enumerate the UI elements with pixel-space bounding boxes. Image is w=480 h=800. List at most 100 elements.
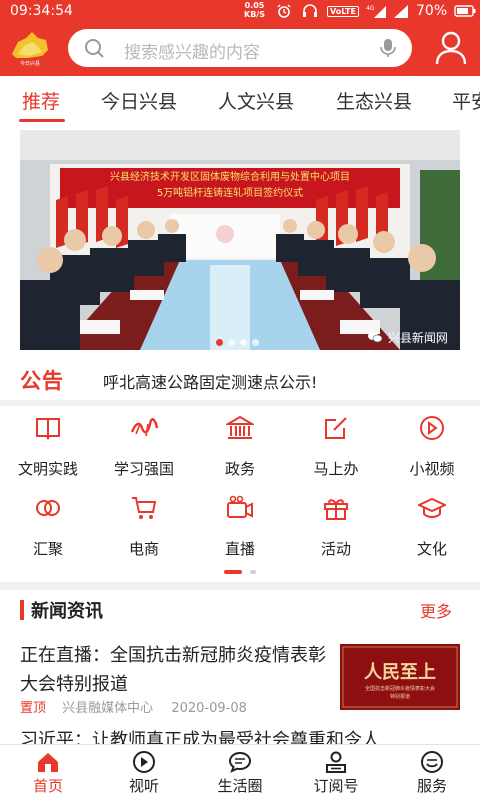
grid-item-label: 政务 (224, 460, 255, 478)
gift-icon (324, 499, 348, 520)
grid-item-label: 活动 (320, 540, 351, 558)
divider (0, 582, 480, 590)
banner-image: 兴县经济技术开发区固体废物综合利用与处置中心项目 5万吨铝杆连铸连轧项目签约仪式 (20, 130, 460, 350)
book-icon (36, 418, 60, 441)
status-bar: 09:34:54 0.05 KB/S VoLTE 4G 70% (0, 0, 480, 24)
subscribe-icon (326, 751, 346, 773)
grid-item-civilization-practice[interactable]: 文明实践 (0, 414, 96, 494)
nav-life-circle[interactable]: 生活圈 (192, 745, 288, 800)
tab-culture-xingxian[interactable]: 人文兴县 (218, 87, 294, 114)
banner-dot-3[interactable] (240, 339, 247, 346)
status-time: 09:34:54 (10, 3, 73, 19)
nav-label: 订阅号 (313, 777, 359, 795)
grid-item-ecommerce[interactable]: 电商 (96, 494, 192, 574)
grid-item-government[interactable]: 政务 (192, 414, 288, 494)
search-placeholder: 搜索感兴趣的内容 (124, 43, 260, 63)
tab-today-xingxian[interactable]: 今日兴县 (101, 87, 177, 114)
banner-sign-line2: 5万吨铝杆连铸连轧项目签约仪式 (157, 186, 303, 199)
tab-ecology-xingxian[interactable]: 生态兴县 (336, 87, 412, 114)
nav-services[interactable]: 服务 (384, 745, 480, 800)
announcement-bar[interactable]: 公告 呼北高速公路固定测速点公示! (0, 358, 480, 402)
nav-subscriptions[interactable]: 订阅号 (288, 745, 384, 800)
banner-watermark: 兴县新闻网 (368, 329, 448, 346)
signal-icon-2 (394, 5, 408, 18)
banner-sign-line1: 兴县经济技术开发区固体废物综合利用与处置中心项目 (110, 170, 350, 183)
news-date: 2020-09-08 (171, 701, 247, 716)
search-bar[interactable]: 搜索感兴趣的内容 (68, 29, 412, 67)
news-item-meta: 置顶 兴县融媒体中心 2020-09-08 (20, 697, 247, 716)
service-icon (421, 751, 443, 773)
camera-icon (227, 495, 253, 518)
network-speed-value: 0.05 (244, 1, 265, 10)
thumbnail-title: 人民至上 (364, 662, 436, 683)
nav-label: 服务 (416, 777, 447, 795)
news-thumbnail[interactable]: 人民至上 全国抗击新冠肺炎疫情表彰大会 特别报道 (340, 644, 460, 710)
pinned-tag: 置顶 (20, 701, 47, 716)
battery-icon (454, 5, 476, 17)
edit-icon (325, 417, 347, 439)
network-speed: 0.05 KB/S (244, 1, 265, 19)
grid-item-xuexi-qiangguo[interactable]: 学习强国 (96, 414, 192, 494)
grid-item-label: 直播 (224, 540, 255, 558)
banner-dot-1[interactable] (216, 339, 223, 346)
microphone-icon[interactable] (380, 38, 396, 58)
grid-item-ma-shang-ban[interactable]: 马上办 (288, 414, 384, 494)
grid-item-culture[interactable]: 文化 (384, 494, 480, 574)
signal-icon: 4G (366, 5, 386, 18)
news-source: 兴县融媒体中心 (62, 701, 154, 716)
app-logo-text: 今日兴县 (19, 61, 40, 67)
grid-item-live[interactable]: 直播 (192, 494, 288, 574)
network-speed-unit: KB/S (244, 10, 265, 19)
cart-icon (132, 497, 157, 519)
nav-label: 视听 (128, 777, 159, 795)
nav-label: 生活圈 (217, 777, 263, 795)
nav-label: 首页 (32, 777, 63, 795)
channel-tabs: 推荐 今日兴县 人文兴县 生态兴县 平安 (0, 76, 480, 124)
graduation-cap-icon (418, 497, 446, 518)
tab-recommend[interactable]: 推荐 (22, 87, 60, 114)
grid-item-label: 小视频 (409, 460, 455, 478)
play-icon (133, 751, 155, 773)
grid-item-gather[interactable]: 汇聚 (0, 494, 96, 574)
wechat-icon (368, 332, 383, 343)
tab-ping-an[interactable]: 平安 (452, 87, 480, 114)
banner-dot-2[interactable] (228, 339, 235, 346)
grid-item-label: 文明实践 (17, 460, 78, 478)
section-accent (20, 600, 24, 620)
home-icon (38, 753, 58, 772)
grid-item-label: 文化 (416, 540, 447, 558)
play-circle-icon (420, 416, 444, 440)
grid-page-indicator-active (224, 570, 242, 574)
grid-page-indicator (250, 570, 256, 574)
nav-audio-video[interactable]: 视听 (96, 745, 192, 800)
announcement-badge: 公告 (20, 368, 64, 393)
government-building-icon (226, 415, 254, 439)
news-section-title: 新闻资讯 (31, 601, 103, 622)
svg-text:4G: 4G (366, 5, 375, 12)
headphones-icon (303, 4, 317, 17)
search-icon (85, 39, 104, 58)
banner-watermark-text: 兴县新闻网 (387, 331, 448, 345)
alarm-icon (277, 4, 291, 18)
thumbnail-subtitle-2: 特别报道 (390, 693, 410, 700)
bottom-navigation: 首页 视听 生活圈 订阅号 服务 (0, 744, 480, 800)
announcement-text[interactable]: 呼北高速公路固定测速点公示! (103, 369, 317, 393)
banner-carousel[interactable]: 兴县经济技术开发区固体废物综合利用与处置中心项目 5万吨铝杆连铸连轧项目签约仪式 (20, 130, 460, 350)
app-logo[interactable]: 今日兴县 (8, 30, 52, 68)
divider (0, 400, 480, 406)
grid-item-label: 马上办 (313, 460, 359, 478)
active-tab-indicator (19, 119, 65, 122)
grid-item-activities[interactable]: 活动 (288, 494, 384, 574)
grid-item-label: 电商 (128, 540, 159, 558)
user-profile-icon[interactable] (434, 30, 468, 66)
grid-item-short-video[interactable]: 小视频 (384, 414, 480, 494)
chat-icon (228, 751, 252, 773)
thumbnail-subtitle: 全国抗击新冠肺炎疫情表彰大会 (365, 685, 435, 692)
nav-home[interactable]: 首页 (0, 745, 96, 800)
grid-item-label: 学习强国 (113, 460, 174, 478)
rings-icon (36, 500, 60, 516)
grid-item-label: 汇聚 (32, 540, 63, 558)
news-item-title[interactable]: 正在直播：全国抗击新冠肺炎疫情表彰大会特别报道 (20, 641, 330, 699)
banner-dot-4[interactable] (252, 339, 259, 346)
news-more-link[interactable]: 更多 (420, 598, 452, 622)
